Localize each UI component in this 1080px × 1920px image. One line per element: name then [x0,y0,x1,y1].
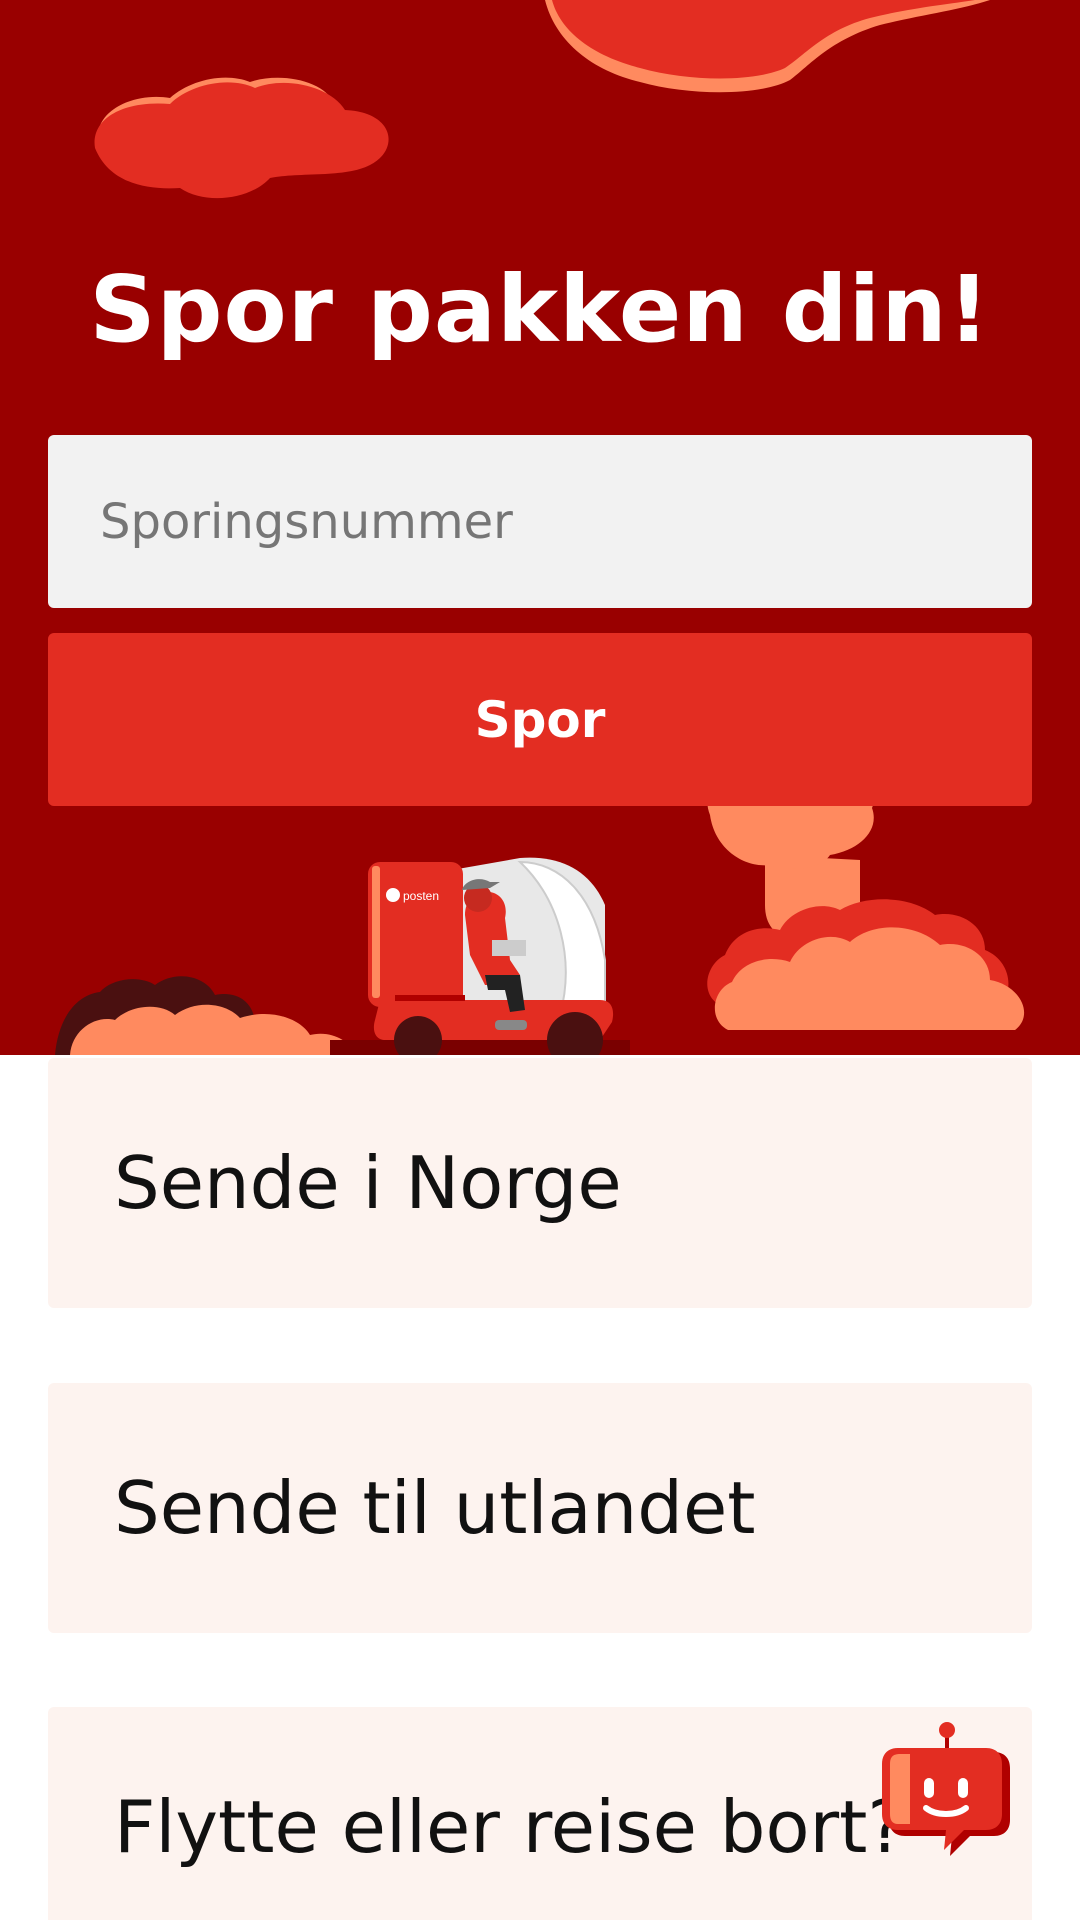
chat-bot-button[interactable] [880,1720,1014,1862]
scooter-illustration: posten [368,857,614,1055]
card-label: Flytte eller reise bort? [114,1785,906,1869]
track-button[interactable]: Spor [48,633,1032,806]
send-abroad-card[interactable]: Sende til utlandet [48,1383,1032,1633]
hero-section: posten Spor pakken din! Spor [0,0,1080,1055]
send-domestic-card[interactable]: Sende i Norge [48,1058,1032,1308]
parcel [492,940,526,956]
chat-bot-icon [882,1722,1010,1856]
scooter-logo-text: posten [403,889,439,903]
page-title: Spor pakken din! [89,256,991,363]
tracking-number-input[interactable] [48,435,1032,608]
card-label: Sende i Norge [114,1141,622,1225]
scooter-cargo-box [368,862,463,1007]
card-label: Sende til utlandet [114,1466,756,1550]
